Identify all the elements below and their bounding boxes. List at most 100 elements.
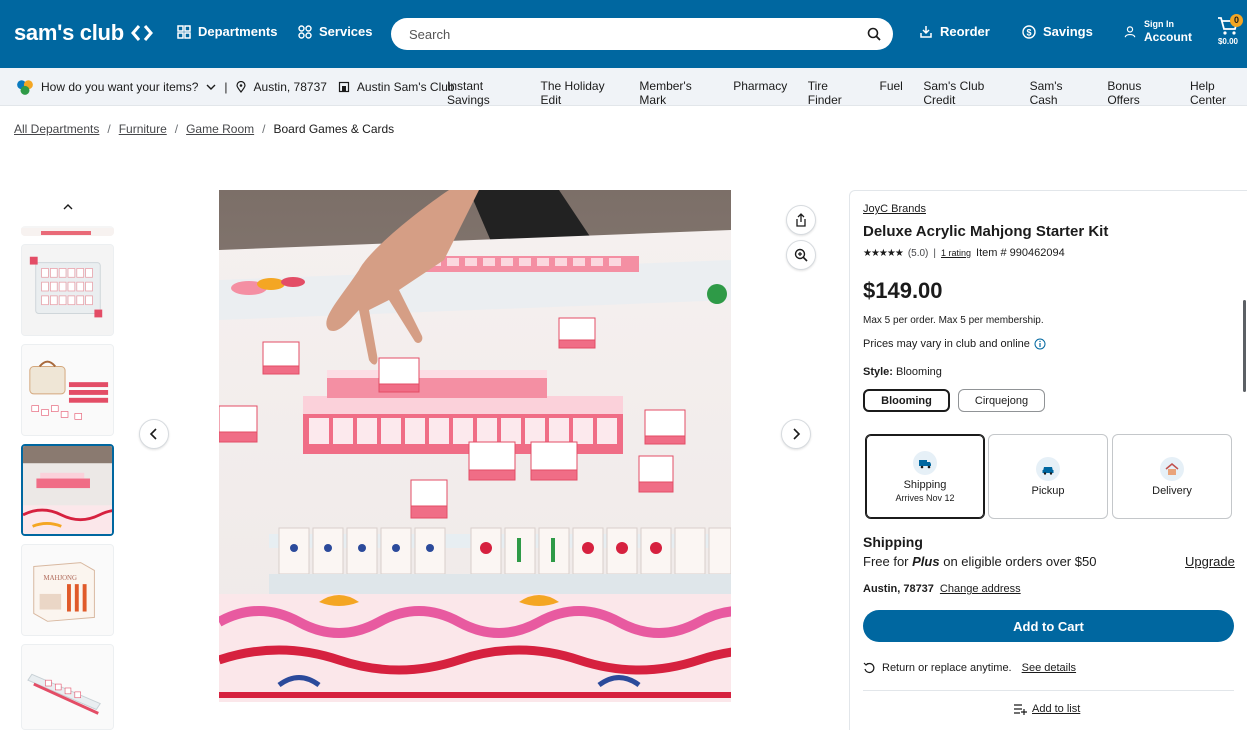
- fulfillment-option-pickup[interactable]: Pickup: [988, 434, 1108, 519]
- sams-club-logo[interactable]: sam's club: [14, 20, 154, 46]
- location-pin-icon: [235, 81, 246, 93]
- store-icon: [338, 81, 350, 93]
- upgrade-link[interactable]: Upgrade: [1185, 554, 1235, 569]
- thumbnail-case-set[interactable]: [21, 344, 114, 436]
- chevron-right-icon: [793, 428, 801, 440]
- thumbnail-lifestyle-selected[interactable]: [21, 444, 114, 536]
- fulfillment-option-delivery[interactable]: Delivery: [1112, 434, 1232, 519]
- chevron-left-icon: [149, 428, 157, 440]
- savings-button[interactable]: $ Savings: [1022, 24, 1093, 39]
- search-icon[interactable]: [867, 27, 881, 41]
- departments-button[interactable]: Departments: [177, 24, 277, 39]
- product-main-image[interactable]: [219, 190, 731, 702]
- returns-text: Return or replace anytime.: [882, 662, 1012, 674]
- account-label: Account: [1144, 30, 1192, 44]
- page-scrollbar[interactable]: [1243, 300, 1246, 392]
- thumbnail-box[interactable]: MAHJONG: [21, 544, 114, 636]
- style-option-blooming[interactable]: Blooming: [863, 389, 950, 412]
- previous-image-button[interactable]: [139, 419, 169, 449]
- next-image-button[interactable]: [781, 419, 811, 449]
- info-icon[interactable]: [1034, 338, 1046, 350]
- dollar-circle-icon: $: [1022, 24, 1036, 39]
- location-text[interactable]: Austin, 78737: [254, 80, 327, 94]
- subnav-link-instant-savings[interactable]: Instant Savings: [447, 79, 520, 107]
- cart-total: $0.00: [1217, 37, 1239, 46]
- thumbnail-partial[interactable]: [21, 226, 114, 236]
- share-button[interactable]: [786, 205, 816, 235]
- house-icon: [1160, 456, 1184, 481]
- svg-text:MAHJONG: MAHJONG: [44, 575, 77, 582]
- shipping-option-label: Shipping: [903, 478, 947, 491]
- subnav-link-pharmacy[interactable]: Pharmacy: [733, 79, 787, 107]
- shipping-address-row: Austin, 78737 Change address: [863, 583, 1021, 595]
- style-option-cirquejong[interactable]: Cirquejong: [958, 389, 1045, 412]
- zoom-in-icon: [794, 248, 808, 262]
- add-list-icon: [1014, 704, 1027, 715]
- subnav-link-members-mark[interactable]: Member's Mark: [639, 79, 712, 107]
- breadcrumb-all-departments[interactable]: All Departments: [14, 122, 99, 136]
- logo-diamond-icon: [130, 25, 153, 41]
- rating-count-link[interactable]: 1 rating: [941, 248, 971, 258]
- breadcrumb-separator: /: [107, 122, 111, 136]
- subnav-link-sams-club-credit[interactable]: Sam's Club Credit: [923, 79, 1009, 107]
- thumbnail-lifestyle-image: [23, 446, 112, 534]
- club-name[interactable]: Austin Sam's Club: [357, 80, 455, 94]
- shipping-address: Austin, 78737: [863, 583, 934, 595]
- see-details-link[interactable]: See details: [1022, 662, 1076, 674]
- breadcrumb-furniture[interactable]: Furniture: [119, 122, 167, 136]
- departments-label: Departments: [198, 24, 278, 39]
- rating-value: (5.0): [907, 247, 929, 259]
- services-icon: [298, 24, 312, 39]
- breadcrumb-game-room[interactable]: Game Room: [186, 122, 254, 136]
- mahjong-lifestyle-photo: [219, 190, 731, 702]
- subnav-link-help-center[interactable]: Help Center: [1190, 79, 1247, 107]
- free-for-text: Free for: [863, 554, 909, 569]
- subnav-links: Instant Savings The Holiday Edit Member'…: [447, 79, 1247, 107]
- subnav-link-sams-cash[interactable]: Sam's Cash: [1030, 79, 1087, 107]
- chevron-down-icon: [206, 84, 216, 90]
- add-to-list-label: Add to list: [1032, 703, 1081, 715]
- subnav-separator: |: [224, 80, 228, 94]
- delivery-option-label: Delivery: [1152, 484, 1192, 497]
- product-title: Deluxe Acrylic Mahjong Starter Kit: [863, 223, 1109, 240]
- thumbnail-scroll-up-icon[interactable]: [60, 200, 76, 214]
- plus-membership-text: Plus: [912, 554, 940, 569]
- thumbnail-partial-image: [21, 228, 114, 236]
- fulfillment-option-shipping[interactable]: Shipping Arrives Nov 12: [865, 434, 985, 519]
- cart-button[interactable]: 0 $0.00: [1213, 14, 1243, 52]
- breadcrumb-separator: /: [262, 122, 266, 136]
- sub-navigation: How do you want your items? | Austin, 78…: [0, 68, 1247, 107]
- shipping-heading: Shipping: [863, 534, 923, 550]
- star-rating-icon: ★★★★★: [863, 247, 904, 259]
- fulfillment-prompt: How do you want your items?: [41, 80, 199, 94]
- thumbnail-tiles-layout[interactable]: [21, 244, 114, 336]
- person-icon: [1124, 25, 1136, 37]
- return-icon: [863, 662, 875, 673]
- services-button[interactable]: Services: [298, 24, 373, 39]
- fulfillment-icon: [17, 80, 33, 95]
- search-bar: [391, 18, 893, 50]
- share-icon: [796, 213, 806, 227]
- subnav-link-bonus-offers[interactable]: Bonus Offers: [1107, 79, 1169, 107]
- thumbnail-box-image: MAHJONG: [22, 545, 113, 635]
- returns-row: Return or replace anytime. See details: [863, 662, 1076, 674]
- reorder-button[interactable]: Reorder: [919, 24, 990, 39]
- change-address-link[interactable]: Change address: [940, 583, 1021, 595]
- subnav-link-holiday-edit[interactable]: The Holiday Edit: [541, 79, 619, 107]
- fulfillment-selector[interactable]: How do you want your items? | Austin, 78…: [16, 78, 455, 96]
- thumbnail-tiles-image: [22, 245, 113, 335]
- subnav-link-fuel[interactable]: Fuel: [879, 79, 902, 107]
- add-to-cart-button[interactable]: Add to Cart: [863, 610, 1234, 642]
- shipping-option-arrival: Arrives Nov 12: [895, 492, 955, 503]
- search-input[interactable]: [409, 26, 867, 42]
- svg-text:$: $: [1026, 27, 1031, 37]
- add-to-list-button[interactable]: Add to list: [1013, 703, 1080, 715]
- sign-in-label: Sign In: [1144, 19, 1174, 29]
- zoom-button[interactable]: [786, 240, 816, 270]
- thumbnail-racks[interactable]: [21, 644, 114, 730]
- subnav-link-tire-finder[interactable]: Tire Finder: [808, 79, 859, 107]
- brand-link[interactable]: JoyC Brands: [863, 203, 926, 215]
- account-button[interactable]: Sign In Account: [1124, 19, 1192, 44]
- section-divider: [863, 690, 1234, 691]
- services-label: Services: [319, 24, 373, 39]
